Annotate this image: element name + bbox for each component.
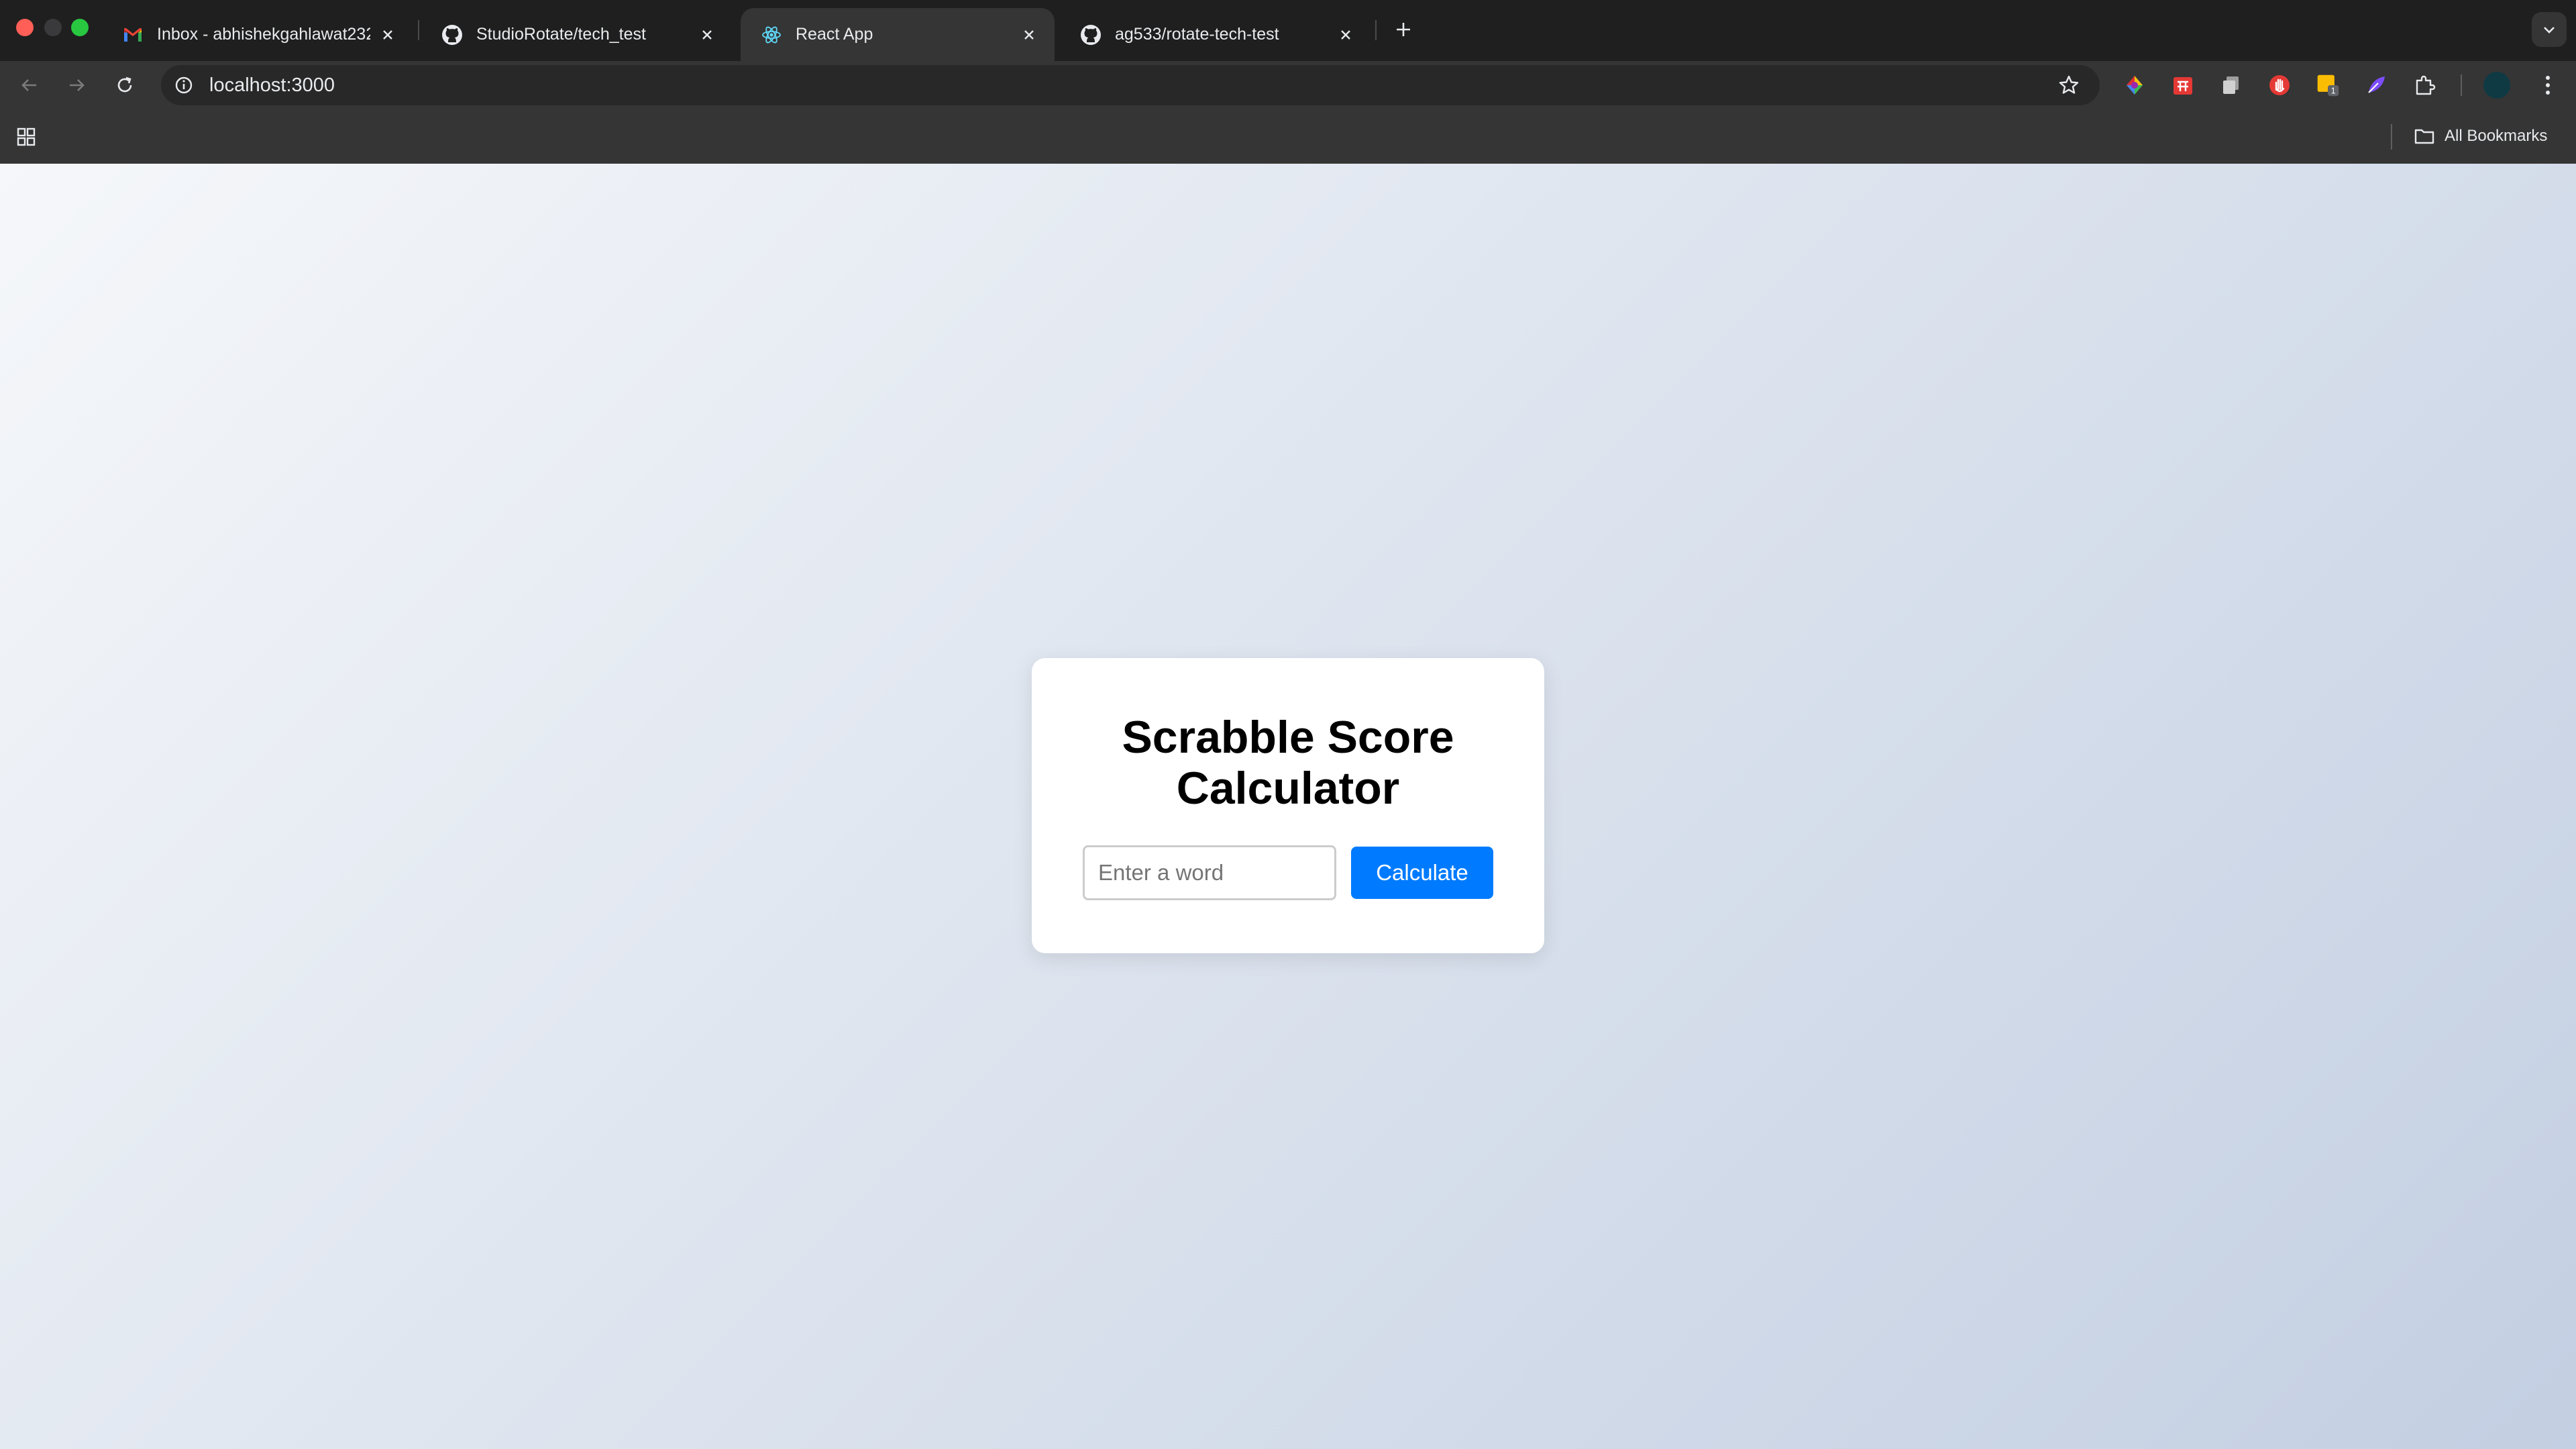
browser-menu-button[interactable]	[2534, 72, 2561, 99]
tab-rotate-tech-test[interactable]: ag533/rotate-tech-test	[1060, 8, 1371, 61]
profile-avatar[interactable]	[2483, 72, 2510, 99]
close-tab-icon[interactable]	[1336, 25, 1355, 44]
puzzle-red-icon[interactable]	[2171, 73, 2195, 97]
close-tab-icon[interactable]	[378, 25, 397, 44]
chevron-down-icon	[2544, 27, 2555, 34]
toolbar-divider	[2461, 74, 2462, 96]
tab-studiorotate[interactable]: StudioRotate/tech_test	[421, 8, 733, 61]
maximize-window-button[interactable]	[71, 19, 89, 36]
bookmarks-bar: All Bookmarks	[0, 109, 2576, 164]
bookmarks-divider	[2391, 124, 2392, 150]
arrow-left-icon	[21, 79, 36, 91]
url-text: localhost:3000	[209, 74, 335, 96]
tab-title: ag533/rotate-tech-test	[1115, 25, 1279, 44]
arrow-right-icon	[70, 79, 85, 91]
color-wheel-icon[interactable]	[2123, 73, 2147, 97]
copy-icon[interactable]	[2219, 73, 2243, 97]
close-tab-icon[interactable]	[1020, 25, 1038, 44]
address-bar[interactable]: localhost:3000	[161, 65, 2100, 105]
word-input[interactable]	[1083, 845, 1336, 900]
all-bookmarks-button[interactable]: All Bookmarks	[2414, 120, 2547, 152]
tab-react-app[interactable]: React App	[741, 8, 1055, 61]
minimize-window-button[interactable]	[44, 19, 62, 36]
site-info-icon[interactable]	[173, 74, 195, 96]
browser-toolbar: localhost:3000 1	[0, 61, 2576, 109]
gmail-icon	[122, 24, 144, 46]
tab-title: React App	[796, 25, 873, 44]
plus-icon	[1397, 23, 1410, 36]
page-content: Scrabble Score Calculator Calculate	[0, 164, 2576, 1449]
github-icon	[441, 24, 463, 46]
tab-title: StudioRotate/tech_test	[476, 25, 646, 44]
tab-strip: Inbox - abhishekgahlawat232 StudioRotate…	[0, 0, 2576, 61]
tab-divider	[1375, 20, 1377, 40]
close-window-button[interactable]	[16, 19, 34, 36]
folder-icon	[2414, 127, 2435, 146]
calculator-card: Scrabble Score Calculator Calculate	[1032, 658, 1544, 953]
browser-window: Inbox - abhishekgahlawat232 StudioRotate…	[0, 0, 2576, 1449]
reload-button[interactable]	[110, 70, 140, 100]
apps-grid-icon[interactable]	[13, 124, 39, 150]
all-bookmarks-label: All Bookmarks	[2445, 127, 2548, 145]
tab-title: Inbox - abhishekgahlawat232	[157, 25, 370, 44]
close-tab-icon[interactable]	[698, 25, 716, 44]
github-icon	[1080, 24, 1102, 46]
back-button[interactable]	[15, 70, 44, 100]
bookmark-star-icon[interactable]	[2057, 73, 2081, 97]
tab-divider	[418, 20, 419, 40]
extension-badge: 1	[2331, 87, 2336, 96]
new-tab-button[interactable]	[1389, 15, 1418, 44]
forward-button[interactable]	[62, 70, 91, 100]
react-icon	[761, 24, 782, 46]
sticky-note-icon[interactable]: 1	[2316, 73, 2340, 97]
more-vertical-icon	[2546, 76, 2550, 95]
reload-icon	[117, 76, 132, 93]
calculate-button[interactable]: Calculate	[1351, 847, 1493, 899]
feather-icon[interactable]	[2364, 73, 2388, 97]
page-title: Scrabble Score Calculator	[1122, 712, 1454, 814]
tab-gmail[interactable]: Inbox - abhishekgahlawat232	[102, 8, 413, 61]
hand-stop-icon[interactable]	[2267, 73, 2292, 97]
tab-search-button[interactable]	[2532, 12, 2567, 47]
extensions-puzzle-icon[interactable]	[2412, 73, 2436, 97]
